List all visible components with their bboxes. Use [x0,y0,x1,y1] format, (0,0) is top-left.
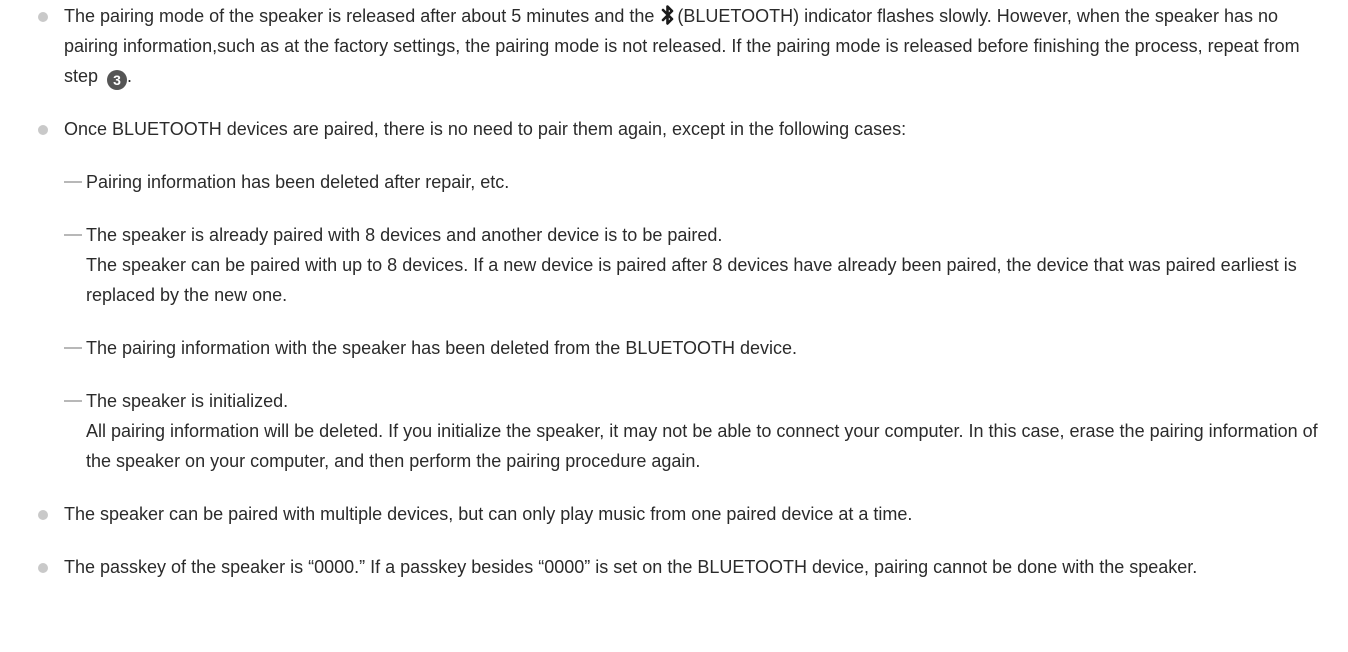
dash-bullet [64,234,82,236]
note-text-part3: . [127,66,133,86]
case-item: The pairing information with the speaker… [64,333,1328,363]
case-item: The speaker is already paired with 8 dev… [64,220,1328,310]
case-title: Pairing information has been deleted aft… [86,172,510,192]
note-text-part1: The pairing mode of the speaker is relea… [64,6,655,26]
case-item: Pairing information has been deleted aft… [64,167,1328,197]
note-paired-devices: Once BLUETOOTH devices are paired, there… [0,114,1348,476]
bullet-dot [38,125,48,135]
case-detail: All pairing information will be deleted.… [86,421,1318,471]
note-text: The speaker can be paired with multiple … [64,504,913,524]
note-text: The passkey of the speaker is “0000.” If… [64,557,1198,577]
dash-bullet [64,347,82,349]
cases-list: Pairing information has been deleted aft… [64,167,1328,476]
case-title: The speaker is already paired with 8 dev… [86,225,723,245]
note-text: Once BLUETOOTH devices are paired, there… [64,119,907,139]
notes-page: The pairing mode of the speaker is relea… [0,0,1348,582]
case-item: The speaker is initialized. All pairing … [64,386,1328,476]
dash-bullet [64,181,82,183]
bluetooth-icon [662,5,674,25]
case-title: The speaker is initialized. [86,391,289,411]
case-detail: The speaker can be paired with up to 8 d… [86,255,1297,305]
note-pairing-timeout: The pairing mode of the speaker is relea… [0,1,1348,91]
dash-bullet [64,400,82,402]
note-multiple-devices: The speaker can be paired with multiple … [0,499,1348,529]
bullet-dot [38,12,48,22]
step-badge: 3 [107,70,128,90]
bullet-dot [38,510,48,520]
note-passkey: The passkey of the speaker is “0000.” If… [0,552,1348,582]
notes-list: The pairing mode of the speaker is relea… [0,1,1348,582]
bullet-dot [38,563,48,573]
case-title: The pairing information with the speaker… [86,338,798,358]
